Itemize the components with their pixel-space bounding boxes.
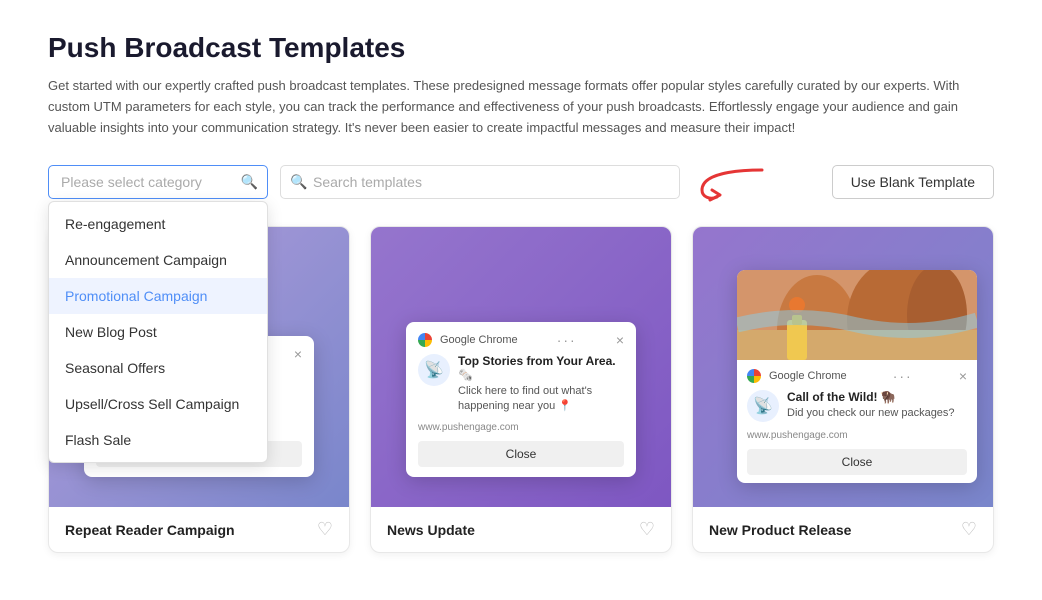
notif-text-2: Click here to find out what's happening … <box>458 384 624 415</box>
notif-icon-3: 📡 <box>747 390 779 422</box>
card-visual-2: Google Chrome ··· × 📡 Top Stories from Y… <box>371 227 671 507</box>
notif-header-2: Google Chrome ··· × <box>418 332 624 348</box>
notif-popup-2: Google Chrome ··· × 📡 Top Stories from Y… <box>406 322 636 478</box>
card-news-update: Google Chrome ··· × 📡 Top Stories from Y… <box>370 226 672 553</box>
category-select-wrapper: 🔍 Re-engagement Announcement Campaign Pr… <box>48 165 268 199</box>
notif-content-3: Call of the Wild! 🦬 Did you check our ne… <box>787 390 967 421</box>
page-container: Push Broadcast Templates Get started wit… <box>0 0 1042 600</box>
card-visual-3: Google Chrome ··· × 📡 Call of the Wild! … <box>693 227 993 507</box>
category-input[interactable] <box>61 174 231 190</box>
dropdown-item-announcement[interactable]: Announcement Campaign <box>49 242 267 278</box>
notif-close-x-3[interactable]: × <box>959 368 967 384</box>
chrome-icon-2 <box>418 333 432 347</box>
notif-dots-3: ··· <box>893 368 913 384</box>
page-title: Push Broadcast Templates <box>48 32 994 64</box>
dropdown-item-seasonal[interactable]: Seasonal Offers <box>49 350 267 386</box>
notif-close-btn-3[interactable]: Close <box>747 449 967 475</box>
arrow-svg <box>692 162 772 202</box>
notif-browser-3: Google Chrome <box>747 369 847 383</box>
use-blank-template-button[interactable]: Use Blank Template <box>832 165 994 199</box>
notif-close-x-2[interactable]: × <box>616 332 624 348</box>
notif-browser-2: Google Chrome <box>418 333 518 347</box>
notif-popup-3: Google Chrome ··· × 📡 Call of the Wild! … <box>737 270 977 483</box>
heart-icon-1[interactable]: ♡ <box>317 519 333 540</box>
card-footer-3: New Product Release ♡ <box>693 507 993 552</box>
card-label-3: New Product Release <box>709 522 851 538</box>
dropdown-item-reengagement[interactable]: Re-engagement <box>49 206 267 242</box>
category-dropdown: Re-engagement Announcement Campaign Prom… <box>48 201 268 463</box>
dropdown-item-flashsale[interactable]: Flash Sale <box>49 422 267 458</box>
search-wrapper: 🔍 <box>280 165 680 199</box>
heart-icon-2[interactable]: ♡ <box>639 519 655 540</box>
notif-content-2: Top Stories from Your Area. 🗞️ Click her… <box>458 354 624 415</box>
notif-icon-2: 📡 <box>418 354 450 386</box>
notif-body-3: 📡 Call of the Wild! 🦬 Did you check our … <box>747 390 967 422</box>
notif-text-3: Did you check our new packages? <box>787 406 967 421</box>
card-label-1: Repeat Reader Campaign <box>65 522 235 538</box>
heart-icon-3[interactable]: ♡ <box>961 519 977 540</box>
notif-title-3: Call of the Wild! 🦬 <box>787 390 967 404</box>
notif-popup-3-body: Google Chrome ··· × 📡 Call of the Wild! … <box>737 360 977 483</box>
notif-close-x-1[interactable]: × <box>294 346 302 362</box>
arrow-indicator <box>692 162 772 202</box>
card-footer-1: Repeat Reader Campaign ♡ <box>49 507 349 552</box>
search-input[interactable] <box>280 165 680 199</box>
notif-img-3 <box>737 270 977 360</box>
card-label-2: News Update <box>387 522 475 538</box>
notif-title-2: Top Stories from Your Area. 🗞️ <box>458 354 624 382</box>
category-select[interactable] <box>48 165 268 199</box>
notif-url-3: www.pushengage.com <box>747 430 967 441</box>
page-description: Get started with our expertly crafted pu… <box>48 76 994 138</box>
chrome-icon-3 <box>747 369 761 383</box>
dropdown-item-blogpost[interactable]: New Blog Post <box>49 314 267 350</box>
notif-close-btn-2[interactable]: Close <box>418 441 624 467</box>
notif-body-2: 📡 Top Stories from Your Area. 🗞️ Click h… <box>418 354 624 415</box>
card-footer-2: News Update ♡ <box>371 507 671 552</box>
notif-popup-3-header: Google Chrome ··· × <box>747 368 967 384</box>
dropdown-item-upsell[interactable]: Upsell/Cross Sell Campaign <box>49 386 267 422</box>
dropdown-item-promotional[interactable]: Promotional Campaign <box>49 278 267 314</box>
toolbar: 🔍 Re-engagement Announcement Campaign Pr… <box>48 162 994 202</box>
notif-dots-2: ··· <box>557 332 577 348</box>
notif-url-2: www.pushengage.com <box>418 422 624 433</box>
card-new-product: Google Chrome ··· × 📡 Call of the Wild! … <box>692 226 994 553</box>
